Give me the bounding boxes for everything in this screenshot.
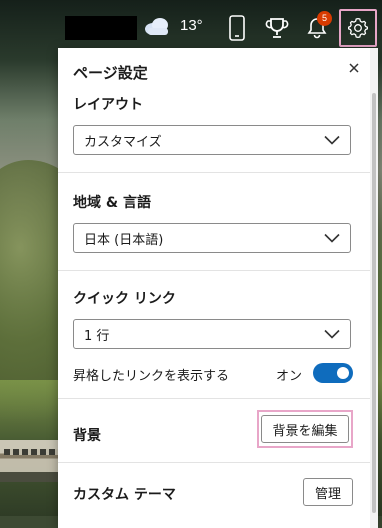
temperature-text[interactable]: 13° bbox=[180, 17, 203, 34]
divider bbox=[58, 462, 370, 463]
chevron-down-icon bbox=[324, 329, 340, 339]
toggle-state-text: オン bbox=[276, 369, 303, 384]
phone-icon[interactable] bbox=[220, 11, 254, 45]
close-icon bbox=[349, 63, 359, 73]
cloud-icon[interactable] bbox=[143, 16, 171, 36]
region-language-value: 日本 (日本語) bbox=[84, 232, 164, 248]
layout-dropdown[interactable]: カスタマイズ bbox=[73, 125, 351, 155]
background-label: 背景 bbox=[73, 428, 101, 444]
divider bbox=[58, 398, 370, 399]
gear-icon[interactable] bbox=[339, 9, 377, 47]
toggle-knob bbox=[337, 367, 349, 379]
divider bbox=[58, 172, 370, 173]
trophy-icon[interactable] bbox=[260, 11, 294, 45]
layout-value: カスタマイズ bbox=[84, 134, 162, 150]
edit-background-highlight: 背景を編集 bbox=[257, 410, 353, 448]
manage-button[interactable]: 管理 bbox=[303, 478, 353, 506]
edit-background-button[interactable]: 背景を編集 bbox=[261, 415, 349, 443]
notification-badge: 5 bbox=[317, 11, 332, 26]
promoted-links-toggle[interactable] bbox=[313, 363, 353, 383]
page-settings-panel: ページ設定 レイアウト カスタマイズ 地域 & 言語 日本 (日本語) クイック… bbox=[58, 48, 378, 528]
region-language-dropdown[interactable]: 日本 (日本語) bbox=[73, 223, 351, 253]
redacted-box bbox=[65, 16, 137, 40]
chevron-down-icon bbox=[324, 233, 340, 243]
divider bbox=[58, 270, 370, 271]
quick-links-dropdown[interactable]: 1 行 bbox=[73, 319, 351, 349]
region-language-label: 地域 & 言語 bbox=[73, 195, 151, 211]
close-button[interactable] bbox=[342, 56, 366, 80]
panel-title: ページ設定 bbox=[73, 64, 148, 82]
panel-scrollbar[interactable] bbox=[370, 48, 378, 528]
chevron-down-icon bbox=[324, 135, 340, 145]
promoted-links-label: 昇格したリンクを表示する bbox=[73, 369, 230, 384]
custom-theme-label: カスタム テーマ bbox=[73, 487, 176, 503]
scrollbar-thumb[interactable] bbox=[372, 93, 376, 513]
quick-links-label: クイック リンク bbox=[73, 291, 176, 307]
quick-links-value: 1 行 bbox=[84, 328, 110, 344]
layout-label: レイアウト bbox=[73, 97, 143, 113]
